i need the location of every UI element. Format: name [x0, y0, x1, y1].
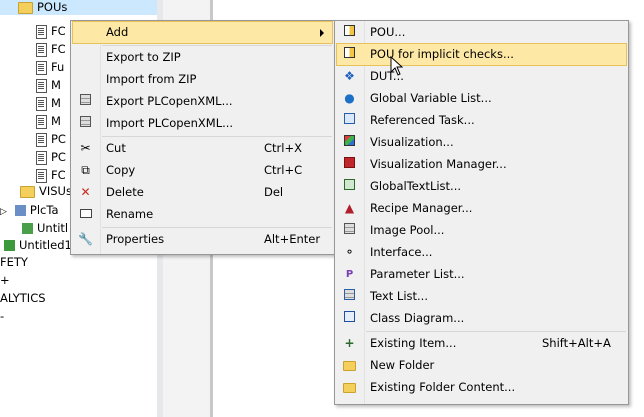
new-folder-icon [342, 358, 357, 373]
menu-item-import-zip[interactable]: Import from ZIP [73, 69, 332, 90]
import-xml-icon [78, 116, 93, 131]
tree-node-pous[interactable]: POUs [0, 0, 157, 15]
document-icon [36, 42, 47, 57]
add-existing-icon: + [344, 336, 355, 350]
menu-item-image-pool[interactable]: Image Pool... [337, 220, 626, 241]
document-icon [36, 60, 47, 75]
menu-item-global-text-list[interactable]: GlobalTextList... [337, 176, 626, 197]
tree-node-analytics[interactable]: ALYTICS [0, 289, 46, 307]
menu-item-pou[interactable]: POU... [337, 22, 626, 43]
document-icon [36, 168, 47, 183]
document-icon [36, 78, 47, 93]
pou-icon [342, 25, 357, 40]
class-diagram-icon [342, 311, 357, 326]
folder-icon [20, 185, 35, 198]
menu-separator [102, 227, 332, 228]
tree-node-dash[interactable]: - [0, 307, 4, 325]
expand-arrow-icon[interactable]: ▷ [0, 207, 7, 217]
parameter-icon: P [345, 269, 354, 280]
menu-item-existing-item[interactable]: + Existing Item... Shift+Alt+A [337, 333, 626, 354]
menu-item-pou-implicit-checks[interactable]: POU for implicit checks... [336, 43, 627, 66]
tree-node-pou[interactable]: M [36, 94, 61, 112]
document-icon [36, 150, 47, 165]
tree-node-pou[interactable]: FC [36, 22, 66, 40]
tree-node-untitled[interactable]: Untitl [22, 219, 68, 237]
tree-node-plctask[interactable]: ▷ PlcTa [0, 201, 59, 219]
scissors-icon: ✂ [80, 141, 91, 155]
pou-icon [342, 47, 357, 62]
copy-icon: ⧉ [81, 163, 90, 177]
menu-item-copy[interactable]: ⧉ Copy Ctrl+C [73, 160, 332, 181]
menu-item-recipe-manager[interactable]: ▲ Recipe Manager... [337, 198, 626, 219]
context-menu: Add Export to ZIP Import from ZIP Export… [70, 20, 335, 255]
interface-icon: ⚬ [344, 245, 355, 259]
menu-item-interface[interactable]: ⚬ Interface... [337, 242, 626, 263]
menu-separator [102, 136, 332, 137]
menu-item-properties[interactable]: 🔧 Properties Alt+Enter [73, 229, 332, 250]
menu-item-export-xml[interactable]: Export PLCopenXML... [73, 91, 332, 112]
menu-item-parameter-list[interactable]: P Parameter List... [337, 264, 626, 285]
mouse-cursor-icon [390, 56, 404, 76]
document-icon [36, 96, 47, 111]
task-icon [342, 113, 357, 128]
menu-item-add[interactable]: Add [72, 21, 333, 44]
menu-item-referenced-task[interactable]: Referenced Task... [337, 110, 626, 131]
menu-item-existing-folder[interactable]: Existing Folder Content... [337, 377, 626, 398]
menu-item-global-variable-list[interactable]: ● Global Variable List... [337, 88, 626, 109]
tree-node-pou[interactable]: M [36, 112, 61, 130]
menu-item-text-list[interactable]: Text List... [337, 286, 626, 307]
menu-item-class-diagram[interactable]: Class Diagram... [337, 308, 626, 329]
tree-node-safety[interactable]: FETY [0, 253, 28, 271]
image-pool-icon [342, 223, 357, 238]
menu-item-dut[interactable]: ❖ DUT... [337, 66, 626, 87]
document-icon [36, 114, 47, 129]
visualization-icon [342, 135, 357, 150]
device-icon [4, 240, 15, 251]
document-icon [36, 24, 47, 39]
recipe-icon: ▲ [344, 201, 355, 215]
menu-item-cut[interactable]: ✂ Cut Ctrl+X [73, 138, 332, 159]
tree-node-pou[interactable]: Fu [36, 58, 64, 76]
wrench-icon: 🔧 [78, 232, 93, 246]
application-icon [22, 223, 33, 234]
menu-item-new-folder[interactable]: New Folder [337, 355, 626, 376]
add-submenu: POU... POU for implicit checks... ❖ DUT.… [334, 20, 629, 405]
tree-node-pou[interactable]: PC [36, 148, 66, 166]
text-list-icon [342, 179, 357, 194]
tree-node-plus[interactable]: + [0, 271, 10, 289]
globe-icon: ● [344, 91, 355, 105]
menu-item-export-zip[interactable]: Export to ZIP [73, 47, 332, 68]
menu-item-visualization[interactable]: Visualization... [337, 132, 626, 153]
text-list-icon [342, 289, 357, 304]
task-icon [14, 205, 26, 216]
menu-item-visualization-manager[interactable]: Visualization Manager... [337, 154, 626, 175]
menu-item-delete[interactable]: ✕ Delete Del [73, 182, 332, 203]
folder-icon [18, 1, 33, 14]
tree-node-pou[interactable]: FC [36, 40, 66, 58]
tree-node-visus[interactable]: VISUs [20, 182, 72, 200]
export-xml-icon [78, 94, 93, 109]
tree-node-untitled1[interactable]: Untitled1 [4, 236, 72, 254]
dut-icon: ❖ [344, 69, 355, 83]
folder-icon [342, 380, 357, 395]
menu-separator [102, 45, 332, 46]
delete-icon: ✕ [80, 185, 91, 199]
submenu-arrow-icon [320, 29, 324, 37]
tree-node-pou[interactable]: M [36, 76, 61, 94]
menu-separator [366, 331, 626, 332]
tree-node-pou[interactable]: PC [36, 130, 66, 148]
visualization-manager-icon [342, 157, 357, 172]
menu-item-rename[interactable]: Rename [73, 204, 332, 225]
document-icon [36, 132, 47, 147]
menu-item-import-xml[interactable]: Import PLCopenXML... [73, 113, 332, 134]
rename-icon [78, 207, 93, 222]
